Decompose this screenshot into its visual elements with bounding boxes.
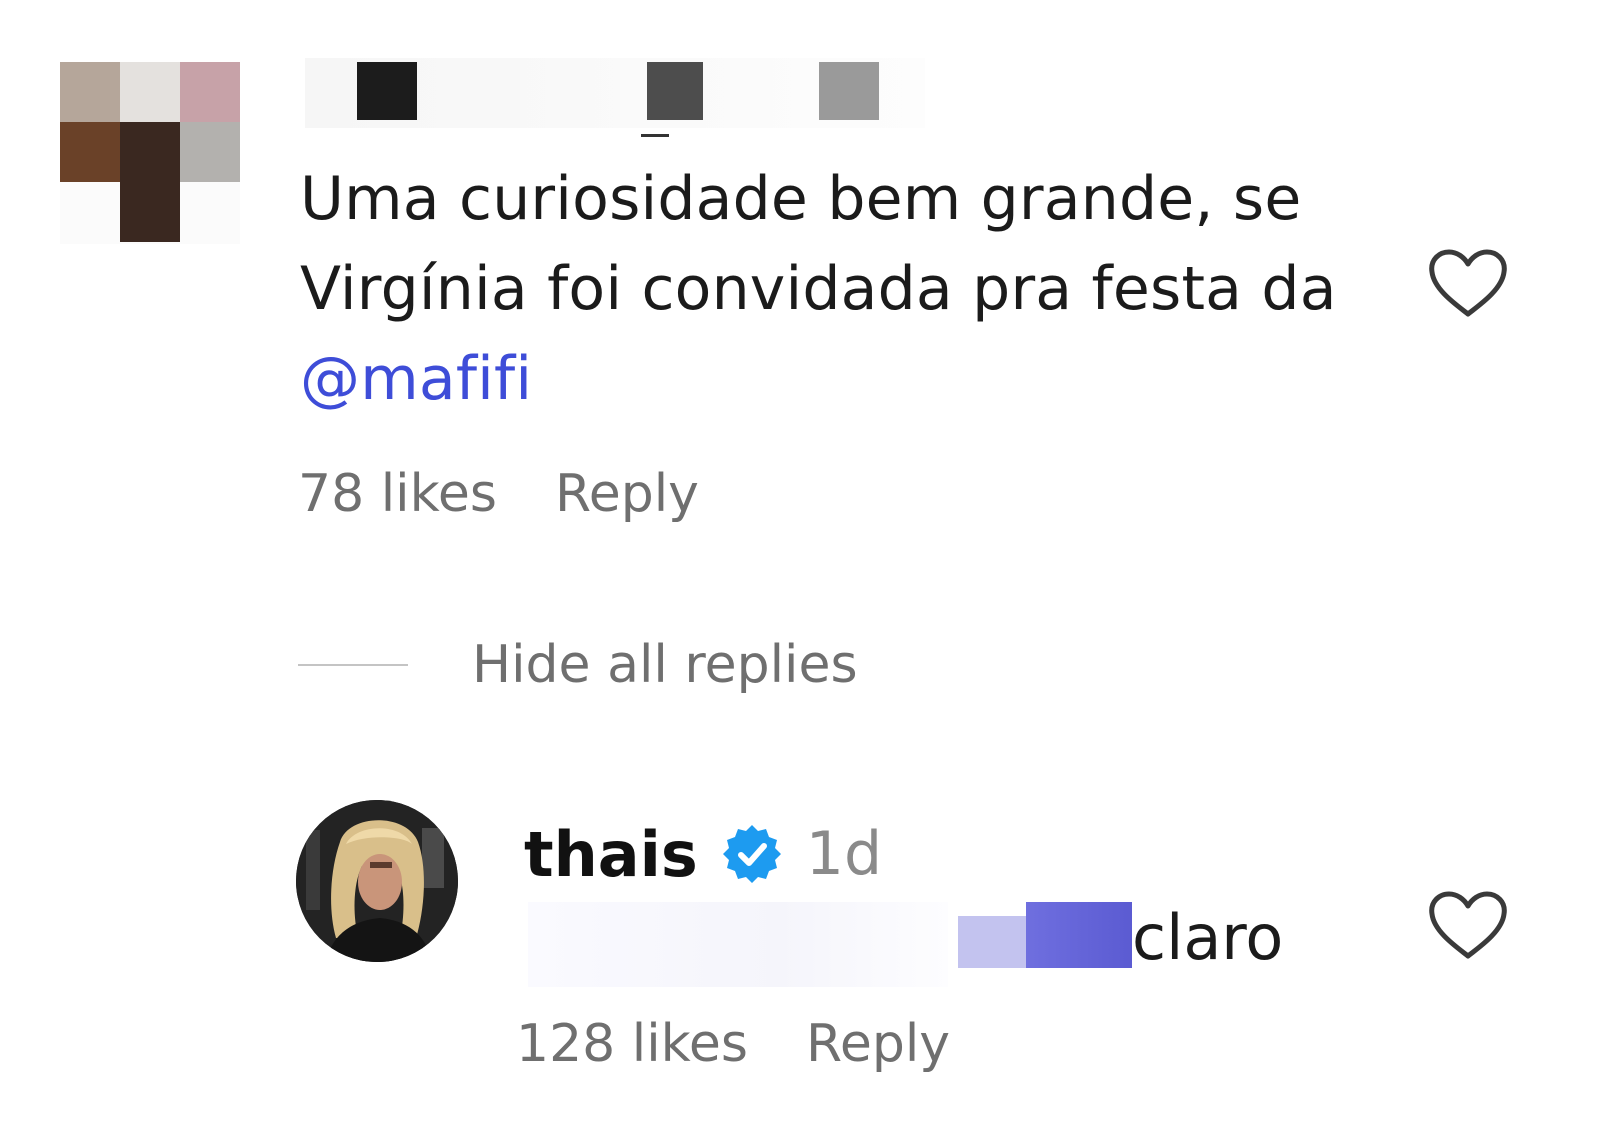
- reply-avatar[interactable]: [296, 800, 458, 962]
- comment-text: Uma curiosidade bem grande, se Virgínia …: [300, 154, 1400, 424]
- commenter-avatar[interactable]: [60, 62, 240, 244]
- redaction-dash: [641, 134, 669, 137]
- verified-badge-icon: [722, 825, 781, 883]
- comment-meta: 78 likes Reply: [298, 464, 699, 524]
- reply-meta: 128 likes Reply: [516, 1014, 950, 1074]
- mention-link[interactable]: @mafifi: [300, 334, 1400, 424]
- redaction-block: [1026, 902, 1132, 968]
- avatar-pixel: [120, 122, 180, 242]
- reply-likes[interactable]: 128 likes: [516, 1014, 748, 1074]
- redaction-block: [357, 62, 417, 120]
- redaction-fade: [528, 902, 948, 987]
- heart-outline-icon[interactable]: [1428, 248, 1508, 320]
- avatar-pixel: [180, 122, 240, 182]
- avatar-pixel: [60, 62, 120, 122]
- redaction-block: [647, 62, 703, 120]
- comment-thread: Uma curiosidade bem grande, se Virgínia …: [0, 0, 1600, 1134]
- hide-replies-label: Hide all replies: [472, 635, 858, 695]
- comment-line: Virgínia foi convidada pra festa da: [300, 254, 1337, 324]
- comment-likes[interactable]: 78 likes: [298, 464, 497, 524]
- heart-outline-icon[interactable]: [1428, 890, 1508, 962]
- redaction-block: [958, 916, 1030, 968]
- redaction-block: [819, 62, 879, 120]
- reply-header: thais 1d: [524, 812, 882, 896]
- hide-replies-button[interactable]: Hide all replies: [298, 630, 858, 700]
- avatar-pixel: [60, 122, 120, 182]
- avatar-pixel: [120, 62, 180, 122]
- reply-reply-button[interactable]: Reply: [806, 1014, 950, 1074]
- reply-username[interactable]: thais: [524, 818, 698, 891]
- reply-text-container: claro: [528, 892, 1358, 1002]
- comment-line: Uma curiosidade bem grande, se: [300, 164, 1302, 234]
- commenter-username-redacted[interactable]: [305, 58, 945, 138]
- avatar-pixel: [180, 62, 240, 122]
- reply-timestamp: 1d: [805, 819, 883, 889]
- replies-divider: [298, 664, 408, 666]
- reply-text: claro: [1132, 901, 1284, 974]
- comment-reply-button[interactable]: Reply: [555, 464, 699, 524]
- avatar-photo: [296, 800, 458, 962]
